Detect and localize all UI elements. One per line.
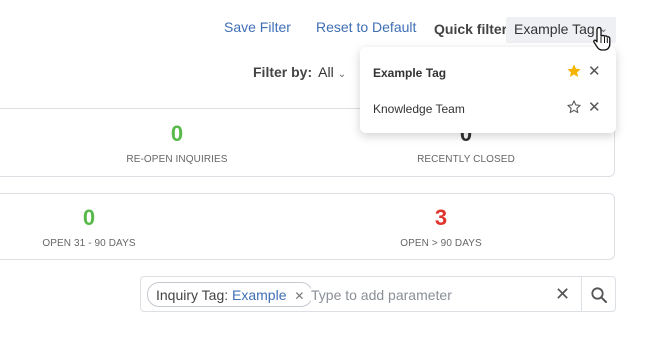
stat-reopen-inquiries[interactable]: 0 RE-OPEN INQUIRIES: [47, 121, 307, 165]
filter-by-label: Filter by:: [253, 64, 313, 80]
chip-value: Example: [232, 287, 287, 303]
stat-value: 0: [170, 121, 184, 146]
stat-caption: OPEN 31 - 90 DAYS: [42, 238, 136, 249]
quick-filter-menu-item[interactable]: Knowledge Team ✕: [360, 90, 616, 126]
clear-icon[interactable]: ✕: [555, 285, 570, 303]
stat-caption: RE-OPEN INQUIRIES: [126, 154, 228, 165]
stat-caption: RECENTLY CLOSED: [417, 154, 515, 165]
filter-by[interactable]: Filter by: All ⌄: [253, 64, 346, 80]
menu-item-label: Knowledge Team: [373, 102, 465, 116]
stat-value: 3: [434, 205, 448, 230]
chevron-down-icon: ⌄: [337, 69, 347, 80]
stat-open-over-90-days[interactable]: 3 OPEN > 90 DAYS: [311, 205, 571, 249]
stats-card-row-2: 0 OPEN 31 - 90 DAYS 3 OPEN > 90 DAYS: [0, 193, 615, 260]
reset-to-default-link[interactable]: Reset to Default: [316, 19, 416, 35]
chip-key: Inquiry Tag:: [156, 287, 229, 303]
filter-by-value: All: [318, 64, 334, 80]
star-filled-icon[interactable]: [566, 63, 582, 79]
stat-caption: OPEN > 90 DAYS: [400, 238, 482, 249]
hand-pointer-icon: [593, 26, 611, 51]
parameter-input[interactable]: [311, 285, 541, 305]
search-icon[interactable]: [590, 286, 608, 304]
stat-open-31-90-days[interactable]: 0 OPEN 31 - 90 DAYS: [0, 205, 219, 249]
parameter-search-bar: Inquiry Tag: Example ✕ ✕: [140, 276, 616, 312]
stat-value: 0: [82, 205, 96, 230]
quick-filter-menu: Example Tag ✕ Knowledge Team ✕: [360, 47, 616, 133]
close-icon[interactable]: ✕: [588, 98, 601, 116]
close-icon[interactable]: ✕: [294, 289, 304, 303]
quick-filter-menu-item[interactable]: Example Tag ✕: [360, 54, 616, 90]
star-outline-icon[interactable]: [566, 99, 582, 115]
quick-filter-label: Quick filter:: [434, 21, 512, 37]
close-icon[interactable]: ✕: [588, 62, 601, 80]
divider: [581, 277, 582, 311]
quick-filter-value: Example Tag: [514, 21, 595, 37]
save-filter-link[interactable]: Save Filter: [224, 19, 291, 35]
menu-item-label: Example Tag: [373, 66, 447, 80]
filter-chip[interactable]: Inquiry Tag: Example ✕: [147, 282, 314, 307]
